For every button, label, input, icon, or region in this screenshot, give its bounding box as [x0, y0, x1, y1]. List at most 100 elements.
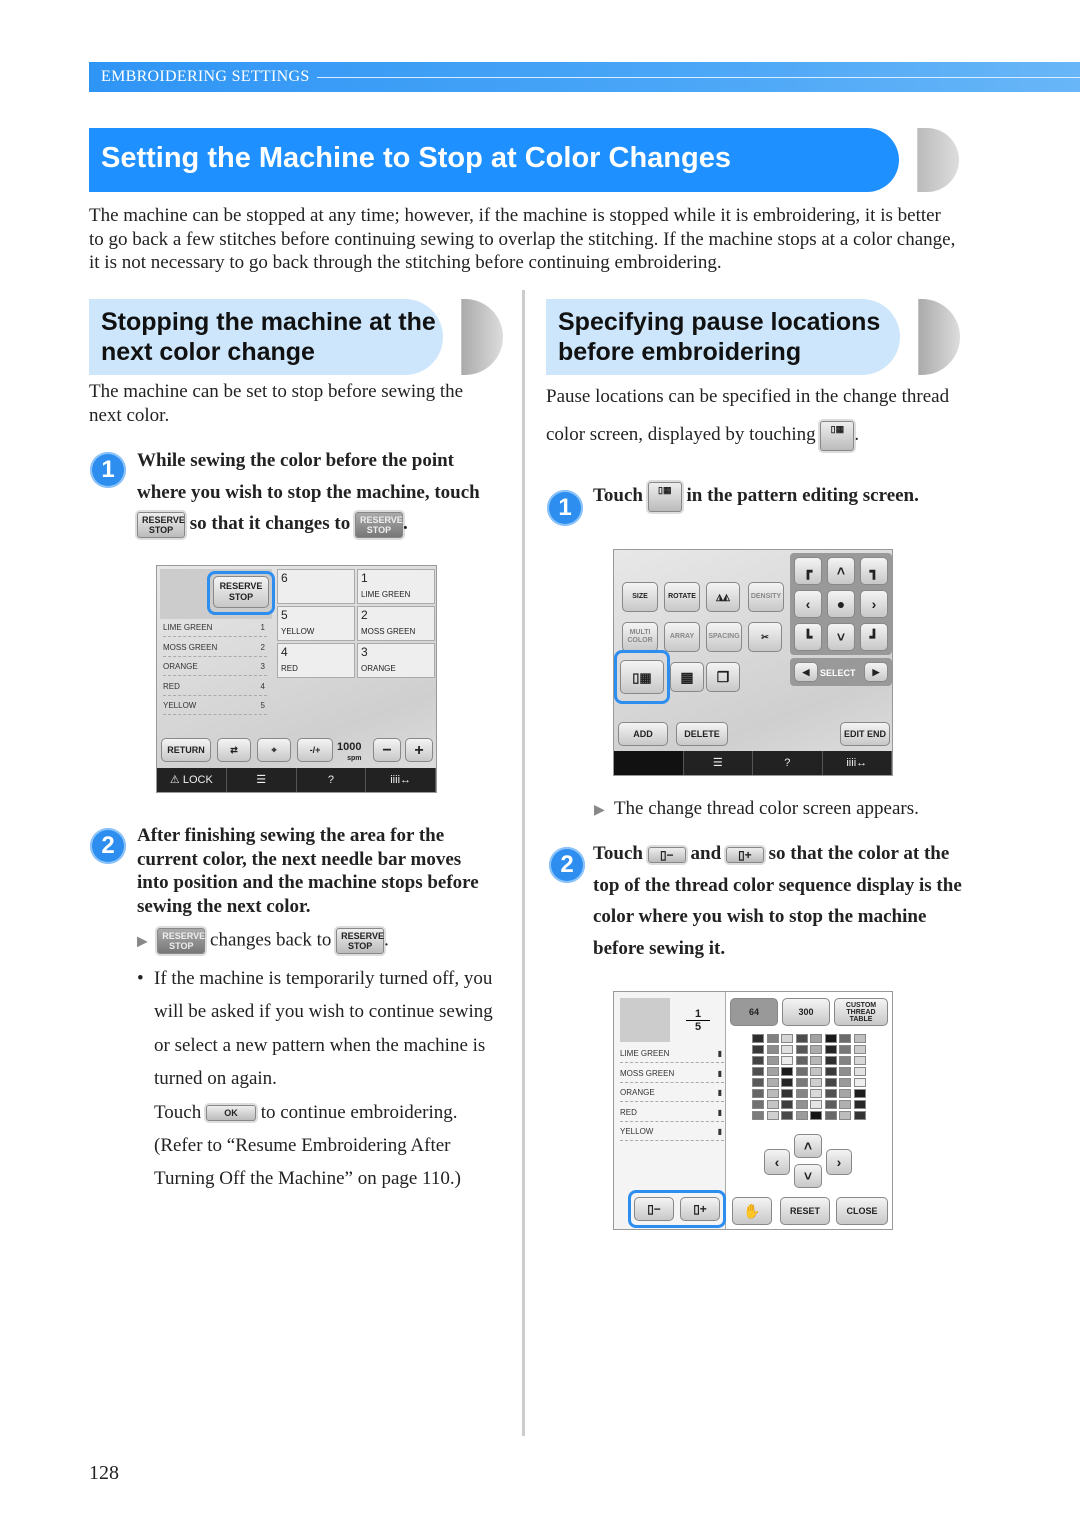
needle-swap-button[interactable]: ⇄: [217, 738, 251, 762]
tab-64-colors[interactable]: 64: [730, 998, 778, 1026]
thread-list-item[interactable]: MOSS GREEN ▮: [620, 1064, 724, 1083]
edit-button[interactable]: SPACING: [706, 622, 742, 652]
cut-button[interactable]: ✂: [748, 622, 782, 652]
trace-button[interactable]: ⌖: [257, 738, 291, 762]
color-swatch[interactable]: [810, 1100, 822, 1109]
color-swatch[interactable]: [781, 1045, 793, 1054]
select-next-button[interactable]: ▶: [864, 662, 888, 682]
move-button[interactable]: ┓: [860, 557, 888, 585]
help-button[interactable]: ?: [297, 768, 367, 792]
edit-button[interactable]: ROTATE: [664, 582, 700, 612]
edit-button[interactable]: DENSITY: [748, 582, 784, 612]
color-swatch[interactable]: [839, 1034, 851, 1043]
move-button[interactable]: ‹: [794, 590, 822, 618]
add-button[interactable]: ADD: [618, 722, 668, 746]
tab-custom-thread-table[interactable]: CUSTOM THREAD TABLE: [834, 998, 888, 1026]
color-swatch[interactable]: [853, 1089, 866, 1098]
edit-end-button[interactable]: EDIT END: [840, 722, 890, 746]
color-swatch[interactable]: [752, 1078, 764, 1087]
color-swatch[interactable]: [766, 1045, 779, 1054]
color-swatch[interactable]: [752, 1100, 764, 1109]
move-button[interactable]: ┛: [860, 623, 888, 651]
thread-list-item[interactable]: LIME GREEN ▮: [620, 1044, 724, 1063]
color-swatch[interactable]: [766, 1034, 779, 1043]
color-swatch[interactable]: [853, 1067, 866, 1076]
palette-up-button[interactable]: ˄: [794, 1134, 822, 1158]
color-swatch[interactable]: [839, 1089, 851, 1098]
color-swatch[interactable]: [810, 1089, 822, 1098]
color-swatch[interactable]: [781, 1100, 793, 1109]
move-button[interactable]: ˅: [827, 623, 855, 651]
thread-list-item[interactable]: RED ▮: [620, 1103, 724, 1122]
color-swatch[interactable]: [752, 1111, 764, 1120]
lock-button[interactable]: ⚠ LOCK: [157, 768, 227, 792]
move-button[interactable]: ┏: [794, 557, 822, 585]
color-swatch[interactable]: [752, 1089, 764, 1098]
color-swatch[interactable]: [839, 1100, 851, 1109]
thread-list-item[interactable]: LIME GREEN 1: [163, 618, 267, 637]
help-button[interactable]: ?: [753, 751, 823, 775]
thread-forward-button[interactable]: ▯+: [680, 1197, 720, 1221]
color-swatch[interactable]: [824, 1078, 837, 1087]
move-button[interactable]: ˄: [827, 557, 855, 585]
tab-300-colors[interactable]: 300: [782, 998, 830, 1026]
palette-down-button[interactable]: ˅: [794, 1164, 822, 1188]
color-swatch[interactable]: [781, 1111, 793, 1120]
color-swatch[interactable]: [781, 1034, 793, 1043]
thread-list-item[interactable]: MOSS GREEN 2: [163, 638, 267, 657]
duplicate-button[interactable]: ❐: [706, 662, 740, 692]
color-swatch[interactable]: [795, 1100, 808, 1109]
color-swatch[interactable]: [766, 1089, 779, 1098]
color-swatch[interactable]: [752, 1056, 764, 1065]
color-swatch[interactable]: [839, 1056, 851, 1065]
select-prev-button[interactable]: ◀: [794, 662, 818, 682]
color-swatch[interactable]: [766, 1078, 779, 1087]
delete-button[interactable]: DELETE: [676, 722, 728, 746]
reset-button[interactable]: RESET: [780, 1197, 830, 1225]
color-swatch[interactable]: [752, 1045, 764, 1054]
edit-button[interactable]: ARRAY: [664, 622, 700, 652]
color-swatch[interactable]: [810, 1111, 822, 1120]
palette-left-button[interactable]: ‹: [764, 1149, 790, 1175]
hand-button[interactable]: ✋: [732, 1197, 772, 1225]
thread-color-change-button[interactable]: ▯▦: [620, 660, 664, 694]
color-swatch[interactable]: [795, 1056, 808, 1065]
color-swatch[interactable]: [824, 1111, 837, 1120]
color-swatch[interactable]: [824, 1100, 837, 1109]
edit-button[interactable]: SIZE: [622, 582, 658, 612]
color-swatch[interactable]: [853, 1078, 866, 1087]
color-swatch[interactable]: [781, 1056, 793, 1065]
color-swatch[interactable]: [752, 1034, 764, 1043]
reserve-stop-button[interactable]: RESERVE STOP: [213, 576, 269, 608]
thread-button[interactable]: iiii↔: [823, 751, 892, 775]
list-icon[interactable]: ☰: [684, 751, 753, 775]
color-swatch[interactable]: [795, 1067, 808, 1076]
thread-list-item[interactable]: RED 4: [163, 677, 267, 696]
color-swatch[interactable]: [766, 1056, 779, 1065]
color-swatch[interactable]: [824, 1045, 837, 1054]
color-swatch[interactable]: [766, 1100, 779, 1109]
color-swatch[interactable]: [824, 1089, 837, 1098]
color-swatch[interactable]: [766, 1067, 779, 1076]
palette-right-button[interactable]: ›: [826, 1149, 852, 1175]
color-swatch[interactable]: [853, 1111, 866, 1120]
color-swatch[interactable]: [824, 1067, 837, 1076]
return-button[interactable]: RETURN: [161, 738, 211, 762]
color-swatch[interactable]: [752, 1067, 764, 1076]
thread-back-button[interactable]: ▯−: [634, 1197, 674, 1221]
color-swatch[interactable]: [839, 1045, 851, 1054]
color-swatch[interactable]: [795, 1034, 808, 1043]
color-swatch[interactable]: [853, 1100, 866, 1109]
move-button[interactable]: ┗: [794, 623, 822, 651]
color-swatch[interactable]: [853, 1045, 866, 1054]
color-swatch[interactable]: [824, 1034, 837, 1043]
grid-button[interactable]: ▦: [670, 662, 704, 692]
color-swatch[interactable]: [824, 1056, 837, 1065]
color-swatch[interactable]: [781, 1078, 793, 1087]
color-swatch[interactable]: [781, 1067, 793, 1076]
move-button[interactable]: ●: [827, 590, 855, 618]
thread-button[interactable]: iiii↔: [366, 768, 436, 792]
edit-button[interactable]: MULTI COLOR: [622, 622, 658, 652]
speed-down-button[interactable]: −: [373, 738, 401, 762]
color-swatch[interactable]: [810, 1034, 822, 1043]
